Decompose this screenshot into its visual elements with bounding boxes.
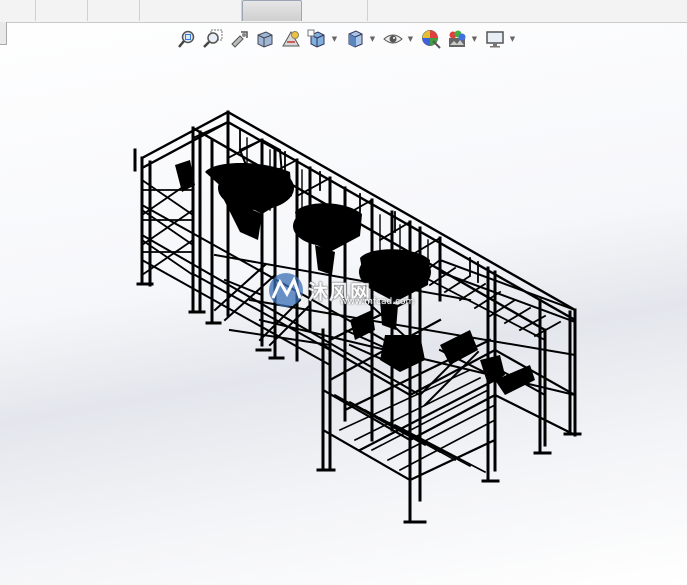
tab-active[interactable] <box>242 0 302 21</box>
display-style-icon[interactable] <box>342 27 368 51</box>
tab-3[interactable] <box>88 0 140 21</box>
zoom-to-fit-icon[interactable] <box>174 27 200 51</box>
view-settings-dropdown-chevron-icon[interactable]: ▼ <box>508 27 517 51</box>
zoom-to-area-icon[interactable] <box>200 27 226 51</box>
heads-up-view-toolbar: ▼ ▼ ▼ ▼ ▼ <box>174 26 520 52</box>
watermark-url: www.mfcad.com <box>340 297 415 307</box>
section-view-icon[interactable] <box>252 27 278 51</box>
display-style-dropdown-chevron-icon[interactable]: ▼ <box>368 27 377 51</box>
apply-scene-icon[interactable] <box>444 27 470 51</box>
command-manager-tabs <box>0 0 687 23</box>
tab-6[interactable] <box>302 0 368 21</box>
feature-manager-edge[interactable] <box>0 22 7 45</box>
tab-4[interactable] <box>140 0 242 21</box>
view-orientation-icon[interactable] <box>304 27 330 51</box>
previous-view-icon[interactable] <box>226 27 252 51</box>
dynamic-annotation-icon[interactable] <box>278 27 304 51</box>
view-settings-icon[interactable] <box>482 27 508 51</box>
tab-2[interactable] <box>36 0 88 21</box>
edit-appearance-icon[interactable] <box>418 27 444 51</box>
hide-show-items-icon[interactable] <box>380 27 406 51</box>
hide-show-dropdown-chevron-icon[interactable]: ▼ <box>406 27 415 51</box>
tab-strip-empty <box>368 0 687 21</box>
tab-1[interactable] <box>0 0 36 21</box>
model-viewport[interactable] <box>0 56 687 585</box>
view-orientation-dropdown-chevron-icon[interactable]: ▼ <box>330 27 339 51</box>
watermark-logo-icon <box>269 273 303 307</box>
apply-scene-dropdown-chevron-icon[interactable]: ▼ <box>470 27 479 51</box>
